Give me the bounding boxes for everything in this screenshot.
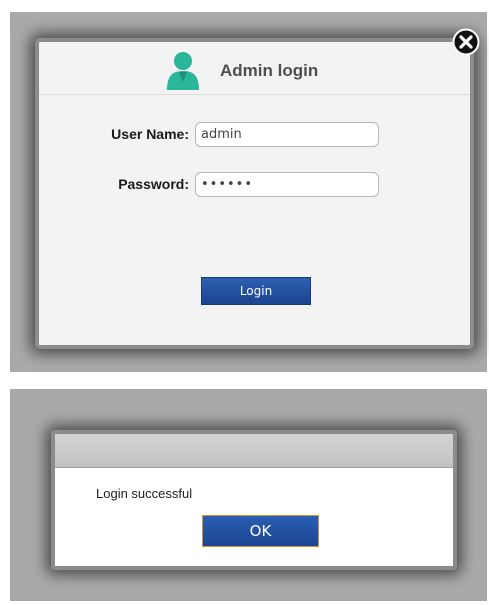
login-button[interactable]: Login [201,277,311,305]
username-input[interactable] [195,122,379,147]
password-input[interactable] [195,172,379,197]
username-label: User Name: [111,126,189,142]
login-success-message: Login successful [96,486,193,501]
login-success-dialog: Login successful OK [51,430,457,570]
login-dialog-header: Admin login [39,42,470,95]
user-icon [167,52,199,90]
ok-button[interactable]: OK [202,515,319,547]
page: Admin login User Name: Password: Login L… [0,0,489,605]
close-icon[interactable] [452,28,480,56]
login-dialog-title: Admin login [220,61,319,80]
password-label: Password: [118,176,189,192]
message-dialog-titlebar [55,434,453,468]
admin-login-dialog: Admin login User Name: Password: Login [35,38,474,349]
